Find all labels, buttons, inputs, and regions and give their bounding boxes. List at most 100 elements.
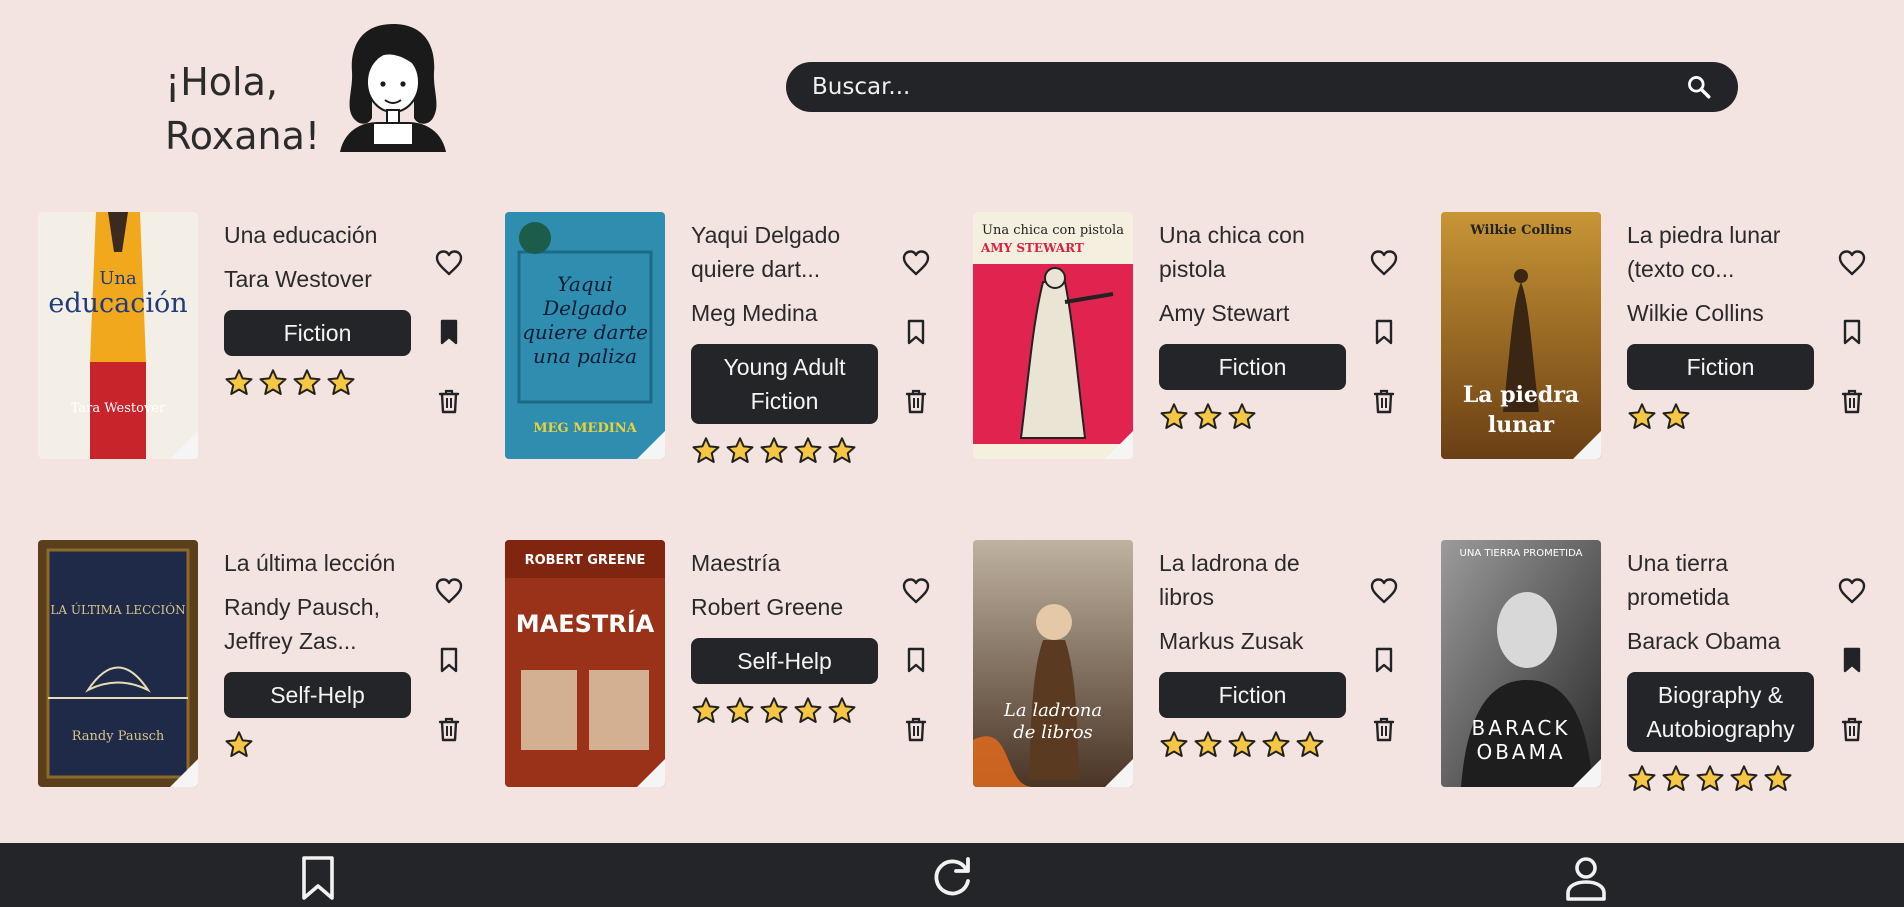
book-author: Meg Medina [691, 300, 818, 326]
genre-button[interactable]: Fiction [1159, 672, 1346, 718]
genre-button[interactable]: Self-Help [224, 672, 411, 718]
trash-icon[interactable] [1369, 386, 1399, 416]
trash-icon[interactable] [434, 386, 464, 416]
book-author: Tara Westover [224, 266, 372, 292]
book-title[interactable]: La última lección [224, 546, 414, 580]
book-cover[interactable]: La ladrona de libros [973, 540, 1133, 787]
trash-icon[interactable] [1837, 714, 1867, 744]
book-card[interactable]: UNA TIERRA PROMETIDA BARACK OBAMA Una tier… [1441, 540, 1901, 791]
bookmark-icon[interactable] [901, 645, 931, 675]
heart-icon[interactable] [434, 576, 464, 606]
refresh-icon[interactable] [930, 855, 974, 901]
bookmarks-nav-icon[interactable] [296, 855, 340, 901]
book-info: Una tierra prometida Barack Obama Biograph… [1627, 540, 1817, 796]
bookmark-icon[interactable] [434, 645, 464, 675]
book-card[interactable]: Yaqui Delgado quiere darte una paliza MEG… [505, 212, 965, 463]
heart-icon[interactable] [901, 248, 931, 278]
star-icon [726, 697, 754, 723]
book-cover-image: ROBERT GREENE MAESTRÍA [505, 540, 665, 787]
book-title[interactable]: La ladrona de libros [1159, 546, 1349, 614]
bookmark-icon[interactable] [1837, 645, 1867, 675]
book-title[interactable]: Yaqui Delgado quiere dart... [691, 218, 881, 286]
star-icon [794, 697, 822, 723]
genre-button[interactable]: Fiction [1627, 344, 1814, 390]
bookmark-icon[interactable] [1837, 317, 1867, 347]
book-cover-image: LA ÚLTIMA LECCIÓN Randy Pausch [38, 540, 198, 787]
star-icon [1228, 731, 1256, 757]
star-rating [1627, 764, 1817, 796]
star-icon [225, 369, 253, 395]
book-author: Amy Stewart [1159, 300, 1290, 326]
star-icon [760, 697, 788, 723]
book-cover[interactable]: Una chica con pistola AMY STEWART [973, 212, 1133, 459]
heart-icon[interactable] [434, 248, 464, 278]
cover-text: Wilkie Collins [1469, 223, 1572, 238]
book-card[interactable]: ROBERT GREENE MAESTRÍA Maestría Robert Gree… [505, 540, 965, 790]
book-info: La última lección Randy Pausch, Jeffrey Z… [224, 540, 414, 762]
trash-icon[interactable] [901, 386, 931, 416]
star-icon [828, 437, 856, 463]
star-rating [224, 368, 414, 400]
bookmark-icon[interactable] [434, 317, 464, 347]
star-icon [1228, 403, 1256, 429]
greeting-line2: Roxana! [165, 114, 321, 158]
star-icon [1628, 765, 1656, 791]
book-cover[interactable]: Wilkie Collins La piedra lunar [1441, 212, 1601, 459]
trash-icon[interactable] [1369, 714, 1399, 744]
book-cover[interactable]: Una educación Tara Westover [38, 212, 198, 459]
genre-button[interactable]: Fiction [1159, 344, 1346, 390]
genre-button[interactable]: Fiction [224, 310, 411, 356]
book-card[interactable]: Una chica con pistola AMY STEWART Una chic… [973, 212, 1433, 462]
cover-text: Una [99, 268, 137, 289]
star-icon [1662, 403, 1690, 429]
book-info: Maestría Robert Greene Self-Help [691, 540, 881, 728]
star-rating [691, 696, 881, 728]
genre-button[interactable]: Biography & Autobiography [1627, 672, 1814, 752]
search-input[interactable] [812, 62, 1662, 112]
book-title[interactable]: Maestría [691, 546, 881, 580]
book-info: La piedra lunar (texto co... Wilkie Colli… [1627, 212, 1817, 434]
star-icon [1628, 403, 1656, 429]
book-cover[interactable]: Yaqui Delgado quiere darte una paliza MEG… [505, 212, 665, 459]
book-card[interactable]: Wilkie Collins La piedra lunar La piedra l… [1441, 212, 1901, 462]
star-icon [1194, 403, 1222, 429]
book-title[interactable]: Una tierra prometida [1627, 546, 1817, 614]
bookmark-icon[interactable] [901, 317, 931, 347]
profile-icon[interactable] [1564, 855, 1608, 901]
book-title[interactable]: Una chica con pistola [1159, 218, 1349, 286]
book-card[interactable]: Una educación Tara Westover Una educación Ta… [38, 212, 498, 462]
card-actions [1369, 576, 1399, 783]
book-cover[interactable]: ROBERT GREENE MAESTRÍA [505, 540, 665, 787]
genre-button[interactable]: Self-Help [691, 638, 878, 684]
bookmark-icon[interactable] [1369, 317, 1399, 347]
heart-icon[interactable] [1837, 248, 1867, 278]
book-cover[interactable]: UNA TIERRA PROMETIDA BARACK OBAMA [1441, 540, 1601, 787]
heart-icon[interactable] [1369, 576, 1399, 606]
search-bar [786, 62, 1738, 112]
heart-icon[interactable] [901, 576, 931, 606]
genre-button[interactable]: Young Adult Fiction [691, 344, 878, 424]
card-actions [901, 576, 931, 783]
trash-icon[interactable] [434, 714, 464, 744]
book-cover[interactable]: LA ÚLTIMA LECCIÓN Randy Pausch [38, 540, 198, 787]
heart-icon[interactable] [1369, 248, 1399, 278]
book-card[interactable]: LA ÚLTIMA LECCIÓN Randy Pausch La última l… [38, 540, 498, 790]
trash-icon[interactable] [901, 714, 931, 744]
heart-icon[interactable] [1837, 576, 1867, 606]
star-icon [1262, 731, 1290, 757]
bottom-nav [0, 843, 1904, 907]
star-icon [1160, 731, 1188, 757]
bookmark-icon[interactable] [1369, 645, 1399, 675]
book-title[interactable]: La piedra lunar (texto co... [1627, 218, 1817, 286]
book-title[interactable]: Una educación [224, 218, 414, 252]
trash-icon[interactable] [1837, 386, 1867, 416]
card-actions [1369, 248, 1399, 455]
cover-text: Yaqui Delgado quiere darte una paliza [522, 272, 648, 368]
search-icon[interactable] [1686, 74, 1712, 100]
book-card[interactable]: La ladrona de libros La ladrona de libros… [973, 540, 1433, 790]
cover-text: AMY STEWART [980, 241, 1084, 255]
star-icon [692, 697, 720, 723]
star-icon [259, 369, 287, 395]
book-cover-image: Unaeducación Tara Westover [38, 212, 198, 459]
cover-text: Una chica con pistola [982, 223, 1124, 238]
